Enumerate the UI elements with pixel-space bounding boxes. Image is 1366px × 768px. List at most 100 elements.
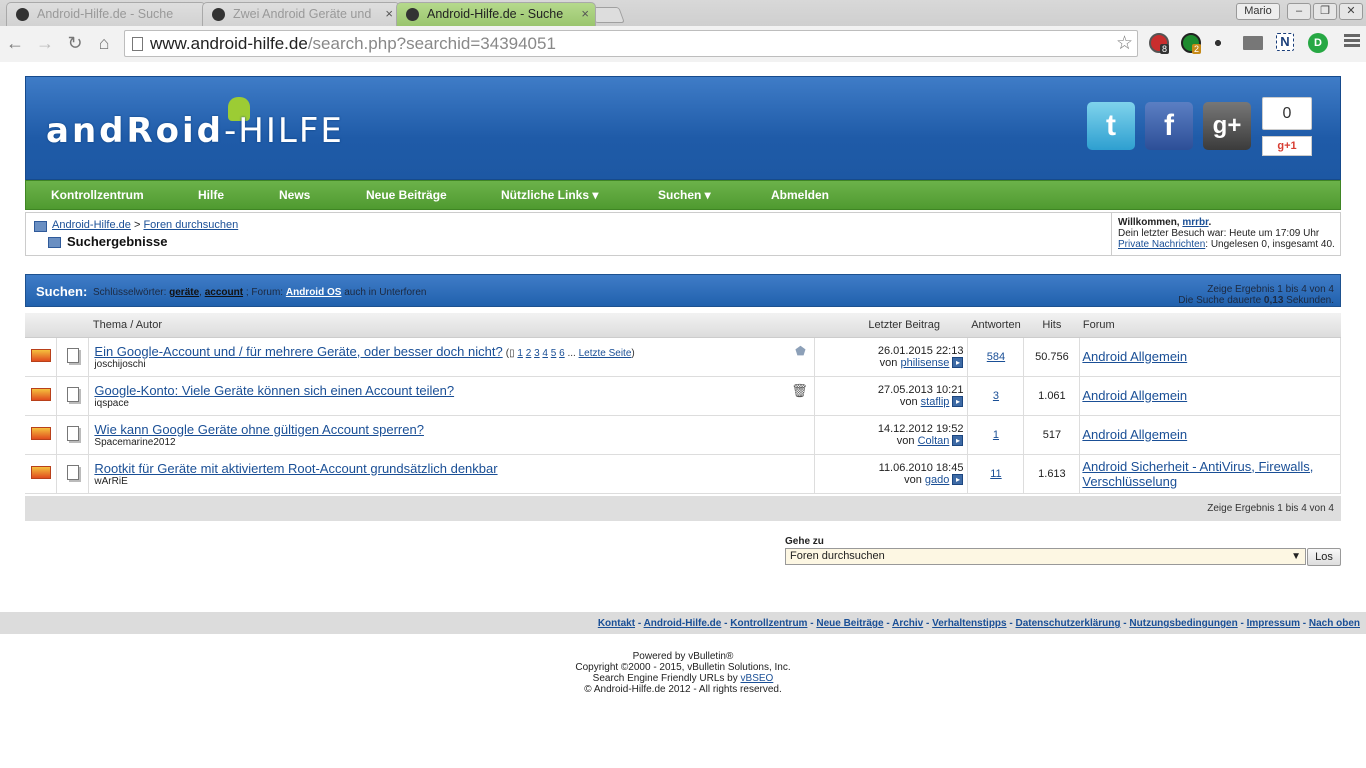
tag-icon[interactable]: ⬟ bbox=[795, 344, 805, 358]
goto-submit-button[interactable]: Los bbox=[1307, 548, 1341, 566]
tab-title: Zwei Android Geräte und bbox=[233, 7, 372, 21]
footer-link-nutzungsbedingungen[interactable]: Nutzungsbedingungen bbox=[1129, 618, 1237, 629]
footer-link-neue-beitraege[interactable]: Neue Beiträge bbox=[816, 618, 883, 629]
forum-home-icon[interactable] bbox=[34, 221, 47, 232]
vbseo-link[interactable]: vBSEO bbox=[741, 673, 774, 684]
folder-icon bbox=[48, 237, 61, 248]
page-link-1[interactable]: 1 bbox=[517, 348, 523, 359]
nav-news[interactable]: News bbox=[279, 181, 310, 211]
close-tab-icon[interactable]: × bbox=[385, 3, 393, 25]
footer-link-nach-oben[interactable]: Nach oben bbox=[1309, 618, 1360, 629]
forum-link[interactable]: Android Allgemein bbox=[1082, 349, 1187, 364]
footer-link-datenschutz[interactable]: Datenschutzerklärung bbox=[1015, 618, 1120, 629]
forward-arrow-icon[interactable]: → bbox=[34, 32, 56, 54]
private-messages-link[interactable]: Private Nachrichten bbox=[1118, 239, 1205, 250]
last-post-by: von bbox=[904, 473, 922, 486]
footer-link-home[interactable]: Android-Hilfe.de bbox=[644, 618, 722, 629]
last-post-user-link[interactable]: philisense bbox=[900, 357, 949, 369]
reload-icon[interactable]: ↻ bbox=[64, 32, 86, 54]
thread-title-link[interactable]: Wie kann Google Geräte ohne gültigen Acc… bbox=[94, 422, 424, 437]
thread-author[interactable]: wArRiE bbox=[94, 476, 813, 487]
last-post-date: 11.06.2010 18:45 bbox=[878, 461, 964, 474]
thread-author[interactable]: iqspace bbox=[94, 398, 813, 409]
last-post-user-link[interactable]: staflip bbox=[921, 396, 950, 408]
nav-suchen[interactable]: Suchen ▾ bbox=[658, 181, 711, 211]
breadcrumb-forums-link[interactable]: Foren durchsuchen bbox=[143, 219, 238, 231]
facebook-icon[interactable]: f bbox=[1145, 102, 1193, 150]
goto-select[interactable]: Foren durchsuchen ▼ bbox=[785, 548, 1306, 565]
footer-link-impressum[interactable]: Impressum bbox=[1247, 618, 1300, 629]
answers-link[interactable]: 1 bbox=[993, 429, 999, 441]
header-thema[interactable]: Thema / Autor bbox=[88, 313, 815, 338]
nav-nuetzliche-links[interactable]: Nützliche Links ▾ bbox=[501, 181, 598, 211]
thread-title-link[interactable]: Ein Google-Account und / für mehrere Ger… bbox=[94, 344, 502, 359]
forum-cell: Android Allgemein bbox=[1079, 415, 1341, 455]
header-antworten[interactable]: Antworten bbox=[967, 313, 1024, 338]
profile-button[interactable]: Mario bbox=[1236, 3, 1280, 20]
last-post-cell: 11.06.2010 18:45 von gado ▸ bbox=[814, 454, 969, 494]
footer-link-archiv[interactable]: Archiv bbox=[892, 618, 923, 629]
thread-author[interactable]: Spacemarine2012 bbox=[94, 437, 813, 448]
close-tab-icon[interactable]: × bbox=[581, 3, 589, 25]
site-logo[interactable]: andRoid-HILFE bbox=[46, 111, 344, 151]
page-link-6[interactable]: 6 bbox=[559, 348, 565, 359]
google-plus-icon[interactable]: g+ bbox=[1203, 102, 1251, 150]
extension-green-d-icon[interactable]: D bbox=[1308, 33, 1328, 53]
forum-link[interactable]: Android Sicherheit - AntiVirus, Firewall… bbox=[1082, 459, 1313, 489]
last-post-user-link[interactable]: Coltan bbox=[918, 435, 950, 447]
tab-2[interactable]: Zwei Android Geräte und × bbox=[202, 2, 400, 26]
bookmark-star-icon[interactable]: ☆ bbox=[1116, 31, 1133, 56]
extension-dots-icon[interactable] bbox=[1211, 36, 1225, 50]
nav-abmelden[interactable]: Abmelden bbox=[771, 181, 829, 211]
nav-neue-beitraege[interactable]: Neue Beiträge bbox=[366, 181, 447, 211]
breadcrumb-home-link[interactable]: Android-Hilfe.de bbox=[52, 219, 131, 231]
forum-link[interactable]: Android Allgemein bbox=[1082, 388, 1187, 403]
username-link[interactable]: mrrbr bbox=[1182, 217, 1208, 228]
footer-link-kontakt[interactable]: Kontakt bbox=[598, 618, 635, 629]
go-to-last-post-icon[interactable]: ▸ bbox=[952, 357, 964, 369]
topic-cell: 🗑 Google-Konto: Viele Geräte können sich… bbox=[88, 376, 815, 416]
page-link-3[interactable]: 3 bbox=[534, 348, 540, 359]
page-link-4[interactable]: 4 bbox=[542, 348, 548, 359]
minimize-button[interactable]: – bbox=[1287, 3, 1311, 20]
header-hits[interactable]: Hits bbox=[1023, 313, 1080, 338]
notification-n-icon[interactable]: N bbox=[1276, 33, 1294, 51]
gplus-one-button[interactable]: g+1 bbox=[1262, 136, 1312, 156]
twitter-icon[interactable]: t bbox=[1087, 102, 1135, 150]
search-forum-link[interactable]: Android OS bbox=[286, 287, 342, 298]
page-link-5[interactable]: 5 bbox=[551, 348, 557, 359]
thread-title-link[interactable]: Rootkit für Geräte mit aktiviertem Root-… bbox=[94, 461, 497, 476]
header-forum[interactable]: Forum bbox=[1079, 313, 1341, 338]
go-to-last-post-icon[interactable]: ▸ bbox=[952, 435, 964, 447]
tab-1[interactable]: Android-Hilfe.de - Suche bbox=[6, 2, 206, 26]
tab-3-active[interactable]: Android-Hilfe.de - Suche × bbox=[396, 2, 596, 26]
mail-icon[interactable] bbox=[1243, 36, 1263, 50]
answers-link[interactable]: 11 bbox=[990, 468, 1001, 480]
topic-cell: Rootkit für Geräte mit aktiviertem Root-… bbox=[88, 454, 815, 494]
page-icon bbox=[132, 37, 143, 51]
thread-title-link[interactable]: Google-Konto: Viele Geräte können sich e… bbox=[94, 383, 454, 398]
last-post-by: von bbox=[899, 395, 918, 408]
home-icon[interactable]: ⌂ bbox=[93, 32, 115, 54]
answers-link[interactable]: 584 bbox=[987, 351, 1005, 363]
nav-kontrollzentrum[interactable]: Kontrollzentrum bbox=[51, 181, 144, 211]
address-bar[interactable]: www.android-hilfe.de/search.php?searchid… bbox=[124, 30, 1138, 57]
thread-author[interactable]: joschijoschi bbox=[94, 359, 813, 370]
go-to-last-post-icon[interactable]: ▸ bbox=[952, 474, 964, 486]
window-close-button[interactable]: ✕ bbox=[1339, 3, 1363, 20]
nav-hilfe[interactable]: Hilfe bbox=[198, 181, 224, 211]
footer-link-kontrollzentrum[interactable]: Kontrollzentrum bbox=[730, 618, 807, 629]
last-page-link[interactable]: Letzte Seite bbox=[579, 348, 632, 359]
maximize-button[interactable]: ❐ bbox=[1313, 3, 1337, 20]
header-letzter-beitrag[interactable]: Letzter Beitrag bbox=[814, 313, 968, 338]
back-arrow-icon[interactable]: ← bbox=[4, 32, 26, 54]
forum-link[interactable]: Android Allgemein bbox=[1082, 427, 1187, 442]
go-to-last-post-icon[interactable]: ▸ bbox=[952, 396, 964, 408]
footer-link-verhaltenstipps[interactable]: Verhaltenstipps bbox=[932, 618, 1006, 629]
answers-link[interactable]: 3 bbox=[993, 390, 999, 402]
page-link-2[interactable]: 2 bbox=[526, 348, 532, 359]
trash-icon[interactable]: 🗑 bbox=[791, 383, 808, 399]
menu-icon[interactable] bbox=[1344, 34, 1360, 50]
header-icon bbox=[56, 313, 89, 338]
last-post-user-link[interactable]: gado bbox=[925, 474, 949, 486]
